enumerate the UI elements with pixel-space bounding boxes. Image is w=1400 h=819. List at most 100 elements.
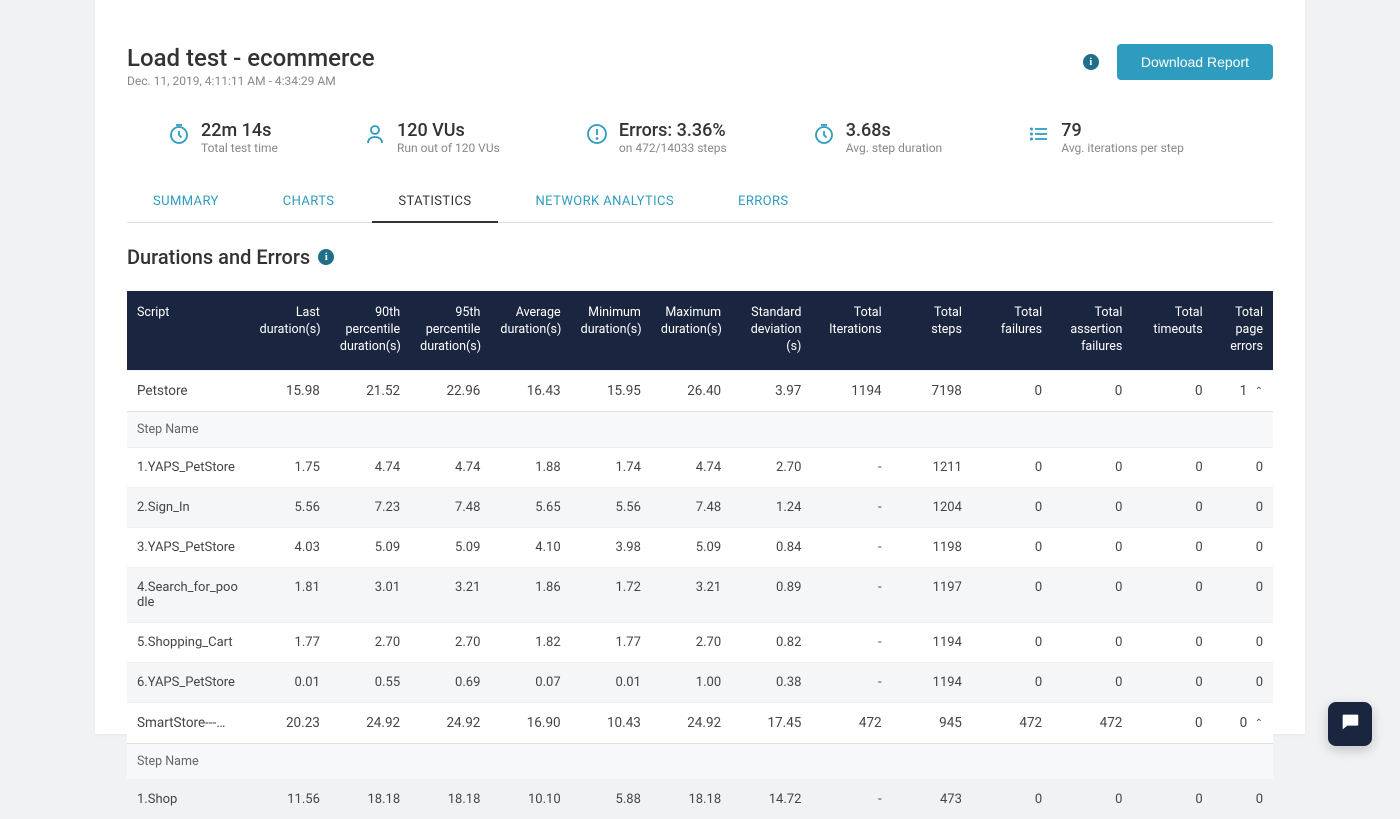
step-name: 2.Sign_In [127, 487, 250, 527]
col-assertion-failures[interactable]: Total assertion failures [1052, 291, 1132, 370]
tab-summary[interactable]: SUMMARY [127, 182, 245, 223]
tabs: SUMMARY CHARTS STATISTICS NETWORK ANALYT… [127, 181, 1273, 223]
cell-value: 5.88 [571, 779, 651, 819]
cell-value: 5.56 [571, 487, 651, 527]
cell-value: 15.95 [571, 370, 651, 411]
cell-value: 24.92 [651, 702, 731, 743]
cell-value: 18.18 [330, 779, 410, 819]
cell-value: 0 [1213, 567, 1273, 622]
cell-value: 17.45 [731, 702, 811, 743]
info-icon[interactable]: i [318, 249, 334, 265]
cell-value: 3.21 [651, 567, 731, 622]
cell-value: 0 [1132, 779, 1212, 819]
cell-value: 1.24 [731, 487, 811, 527]
col-stddev[interactable]: Standard deviation (s) [731, 291, 811, 370]
tab-charts[interactable]: CHARTS [257, 182, 361, 223]
cell-value: 3.97 [731, 370, 811, 411]
step-name: 4.Search_for_poodle [127, 567, 250, 622]
tab-statistics[interactable]: STATISTICS [372, 182, 497, 223]
cell-value: 0 [1213, 527, 1273, 567]
col-script[interactable]: Script [127, 291, 250, 370]
col-min[interactable]: Minimum duration(s) [571, 291, 651, 370]
cell-value: 0 [1132, 487, 1212, 527]
cell-value: 0 [1132, 567, 1212, 622]
cell-value: 0.01 [571, 662, 651, 702]
cell-value: 473 [892, 779, 972, 819]
cell-value: 7198 [892, 370, 972, 411]
cell-value: 0 [1213, 779, 1273, 819]
download-report-button[interactable]: Download Report [1117, 44, 1273, 80]
durations-errors-table: Script Last duration(s) 90th percentile … [127, 291, 1273, 819]
metric-label: on 472/14033 steps [619, 141, 727, 155]
chevron-up-icon[interactable]: ⌃ [1255, 718, 1263, 729]
table-body: Petstore15.9821.5222.9616.4315.9526.403.… [127, 370, 1273, 819]
cell-value: 5.09 [410, 527, 490, 567]
cell-value: 0 ⌃ [1213, 702, 1273, 743]
col-p90[interactable]: 90th percentile duration(s) [330, 291, 410, 370]
step-row: 5.Shopping_Cart1.772.702.701.821.772.700… [127, 622, 1273, 662]
step-row: 1.YAPS_PetStore1.754.744.741.881.744.742… [127, 447, 1273, 487]
cell-value: 4.74 [330, 447, 410, 487]
cell-value: 0 [972, 567, 1052, 622]
alert-icon [585, 122, 609, 146]
step-name: 5.Shopping_Cart [127, 622, 250, 662]
col-steps[interactable]: Total steps [892, 291, 972, 370]
tab-errors[interactable]: ERRORS [712, 182, 814, 223]
info-icon[interactable]: i [1083, 54, 1099, 70]
cell-value: - [811, 527, 891, 567]
step-row: 4.Search_for_poodle1.813.013.211.861.723… [127, 567, 1273, 622]
col-max[interactable]: Maximum duration(s) [651, 291, 731, 370]
cell-value: 1 ⌃ [1213, 370, 1273, 411]
chevron-up-icon[interactable]: ⌃ [1255, 386, 1263, 397]
header: Load test - ecommerce Dec. 11, 2019, 4:1… [127, 44, 1273, 88]
cell-value: - [811, 662, 891, 702]
metric-vus: 120 VUs Run out of 120 VUs [363, 120, 549, 155]
cell-value: 1.00 [651, 662, 731, 702]
cell-value: 0 [1052, 447, 1132, 487]
cell-value: 472 [1052, 702, 1132, 743]
script-row[interactable]: SmartStore---…20.2324.9224.9216.9010.432… [127, 702, 1273, 743]
metrics-row: 22m 14s Total test time 120 VUs Run out … [127, 120, 1273, 181]
clock-icon [812, 122, 836, 146]
col-avg[interactable]: Average duration(s) [490, 291, 570, 370]
chat-button[interactable] [1328, 702, 1372, 746]
cell-value: 1.74 [571, 447, 651, 487]
cell-value: - [811, 622, 891, 662]
cell-value: 1.88 [490, 447, 570, 487]
cell-value: 7.48 [410, 487, 490, 527]
cell-value: 26.40 [651, 370, 731, 411]
cell-value: 16.90 [490, 702, 570, 743]
col-iterations[interactable]: Total Iterations [811, 291, 891, 370]
cell-value: 0 [1132, 527, 1212, 567]
cell-value: 0.07 [490, 662, 570, 702]
col-last-duration[interactable]: Last duration(s) [250, 291, 330, 370]
step-name: 1.YAPS_PetStore [127, 447, 250, 487]
cell-value: 3.01 [330, 567, 410, 622]
cell-value: 5.09 [651, 527, 731, 567]
user-icon [363, 122, 387, 146]
cell-value: 18.18 [651, 779, 731, 819]
col-page-errors[interactable]: Total page errors [1213, 291, 1273, 370]
cell-value: 1211 [892, 447, 972, 487]
step-name: 6.YAPS_PetStore [127, 662, 250, 702]
step-row: 1.Shop11.5618.1818.1810.105.8818.1814.72… [127, 779, 1273, 819]
script-row[interactable]: Petstore15.9821.5222.9616.4315.9526.403.… [127, 370, 1273, 411]
page-title: Load test - ecommerce [127, 44, 375, 72]
cell-value: 0.82 [731, 622, 811, 662]
script-name: Petstore [127, 370, 250, 411]
cell-value: 0 [1213, 447, 1273, 487]
tab-network-analytics[interactable]: NETWORK ANALYTICS [510, 182, 701, 223]
cell-value: 3.98 [571, 527, 651, 567]
cell-value: 0 [1052, 487, 1132, 527]
cell-value: 1.82 [490, 622, 570, 662]
cell-value: 20.23 [250, 702, 330, 743]
cell-value: 0.55 [330, 662, 410, 702]
cell-value: 1194 [892, 662, 972, 702]
cell-value: 0 [1052, 370, 1132, 411]
col-p95[interactable]: 95th percentile duration(s) [410, 291, 490, 370]
col-timeouts[interactable]: Total timeouts [1132, 291, 1212, 370]
col-failures[interactable]: Total failures [972, 291, 1052, 370]
step-row: 6.YAPS_PetStore0.010.550.690.070.011.000… [127, 662, 1273, 702]
metric-errors: Errors: 3.36% on 472/14033 steps [585, 120, 776, 155]
cell-value: 16.43 [490, 370, 570, 411]
